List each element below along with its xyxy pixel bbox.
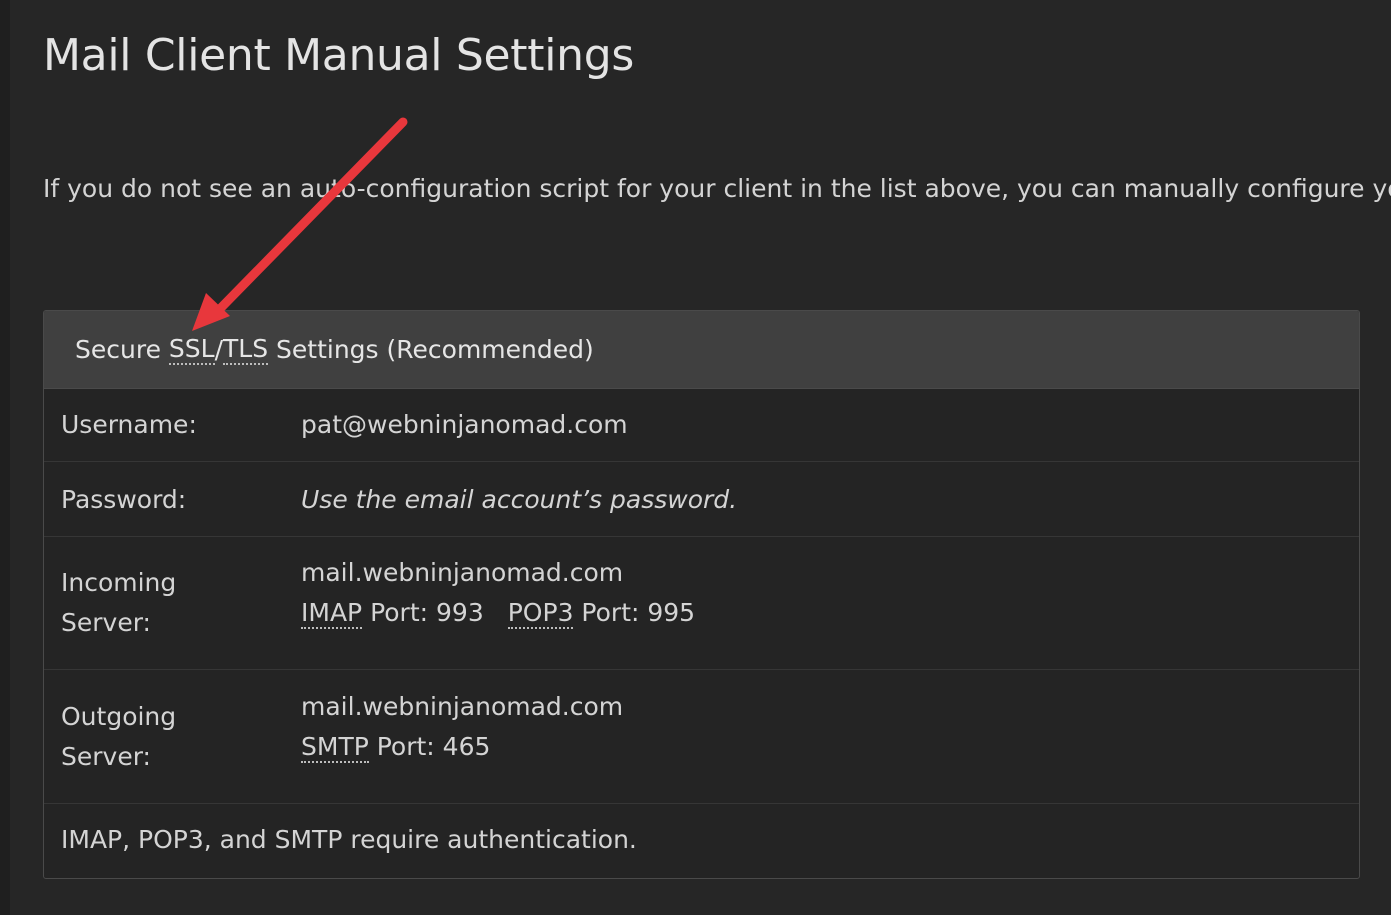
- username-label: Username:: [61, 410, 197, 439]
- incoming-server-value: mail.webninjanomad.com IMAP Port: 993 POP…: [301, 553, 695, 633]
- imap-abbr[interactable]: IMAP: [301, 598, 363, 629]
- outgoing-host: mail.webninjanomad.com: [301, 692, 624, 721]
- outgoing-label-line1: Outgoing: [61, 702, 177, 731]
- panel-heading: Secure SSL / TLS Settings (Recommended): [44, 311, 1359, 389]
- incoming-label-line2: Server:: [61, 608, 151, 637]
- authentication-note-row: IMAP, POP3, and SMTP require authenticat…: [44, 804, 1359, 876]
- username-value: pat@webninjanomad.com: [301, 410, 628, 439]
- outgoing-server-label: Outgoing Server:: [61, 697, 176, 777]
- heading-slash: /: [214, 335, 224, 364]
- intro-text: If you do not see an auto-configuration …: [43, 174, 1391, 203]
- outgoing-label-line2: Server:: [61, 742, 151, 771]
- heading-suffix: Settings (Recommended): [268, 335, 594, 364]
- ssl-settings-panel: Secure SSL / TLS Settings (Recommended) Us…: [43, 310, 1360, 879]
- incoming-server-label: Incoming Server:: [61, 563, 176, 643]
- tls-abbr[interactable]: TLS: [223, 334, 269, 365]
- incoming-host: mail.webninjanomad.com: [301, 558, 624, 587]
- left-edge-strip: [0, 0, 10, 915]
- ssl-abbr[interactable]: SSL: [168, 334, 215, 365]
- outgoing-server-row: Outgoing Server: mail.webninjanomad.com …: [44, 670, 1359, 804]
- password-row: Password: Use the email account’s passwo…: [44, 462, 1359, 537]
- page-title: Mail Client Manual Settings: [43, 30, 634, 81]
- authentication-note: IMAP, POP3, and SMTP require authenticat…: [61, 825, 637, 854]
- imap-port: Port: 993: [362, 598, 484, 627]
- smtp-port: Port: 465: [368, 732, 491, 761]
- username-row: Username: pat@webninjanomad.com: [44, 389, 1359, 462]
- password-value: Use the email account’s password.: [301, 485, 738, 514]
- incoming-label-line1: Incoming: [61, 568, 177, 597]
- smtp-abbr[interactable]: SMTP: [301, 732, 369, 763]
- outgoing-ports: SMTP Port: 465: [301, 727, 623, 767]
- pop3-abbr[interactable]: POP3: [507, 598, 574, 629]
- password-label: Password:: [61, 485, 187, 514]
- incoming-ports: IMAP Port: 993 POP3 Port: 995: [301, 593, 695, 633]
- outgoing-server-value: mail.webninjanomad.com SMTP Port: 465: [301, 687, 623, 767]
- heading-prefix: Secure: [75, 335, 169, 364]
- pop3-port: Port: 995: [573, 598, 696, 627]
- incoming-server-row: Incoming Server: mail.webninjanomad.com …: [44, 537, 1359, 670]
